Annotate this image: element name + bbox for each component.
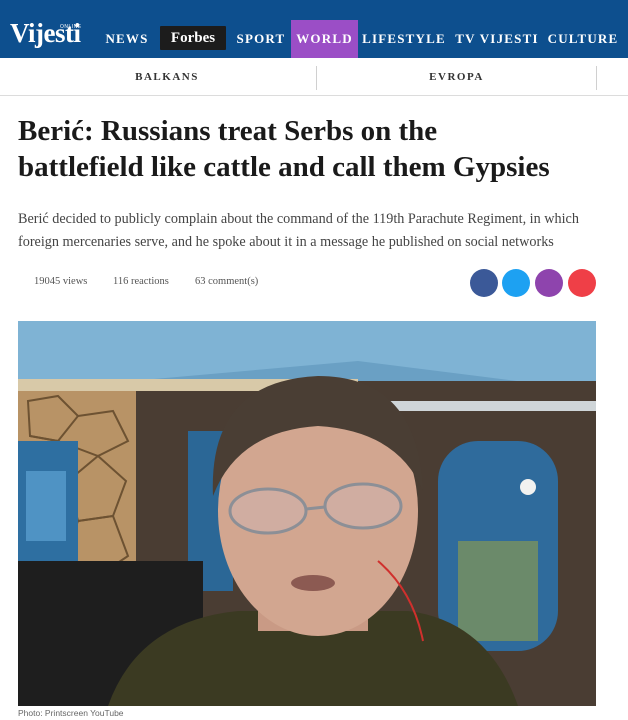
- photo-illustration: [18, 321, 596, 706]
- subnav-evropa[interactable]: EVROPA: [317, 58, 596, 96]
- facebook-share-icon[interactable]: [470, 269, 498, 297]
- subnav-balkans[interactable]: BALKANS: [18, 58, 316, 96]
- photo-caption: Photo: Printscreen YouTube: [18, 708, 124, 718]
- nav-tv-vijesti[interactable]: TV VIJESTI: [453, 20, 541, 58]
- article-lede-line-2: foreign mercenaries serve, and he spoke …: [18, 234, 554, 250]
- nav-sport[interactable]: SPORT: [232, 20, 290, 58]
- nav-culture[interactable]: CULTURE: [546, 20, 620, 58]
- article-title: Berić: Russians treat Serbs on the battl…: [18, 113, 618, 185]
- nav-news[interactable]: NEWS: [102, 20, 152, 58]
- top-navigation-bar: Vijesti ONLINE NEWS Forbes SPORT WORLD L…: [0, 0, 628, 58]
- sub-navigation: BALKANS EVROPA: [0, 58, 628, 96]
- article-photo[interactable]: [18, 321, 596, 706]
- subnav-divider: [596, 66, 597, 90]
- nav-world[interactable]: WORLD: [291, 20, 358, 58]
- article-title-line-1: Berić: Russians treat Serbs on the: [18, 115, 438, 147]
- twitter-share-icon[interactable]: [502, 269, 530, 297]
- article-title-line-2: battlefield like cattle and call them Gy…: [18, 151, 550, 183]
- reactions-count[interactable]: 116 reactions: [113, 276, 169, 287]
- viber-share-icon[interactable]: [535, 269, 563, 297]
- article-lede-line-1: Berić decided to publicly complain about…: [18, 211, 579, 227]
- article-lede: Berić decided to publicly complain about…: [18, 208, 618, 254]
- logo-online-label: ONLINE: [60, 24, 82, 30]
- nav-forbes[interactable]: Forbes: [160, 26, 226, 50]
- comments-count[interactable]: 63 comment(s): [195, 276, 258, 287]
- email-share-icon[interactable]: [568, 269, 596, 297]
- nav-lifestyle[interactable]: LIFESTYLE: [362, 20, 446, 58]
- views-count: 19045 views: [34, 276, 88, 287]
